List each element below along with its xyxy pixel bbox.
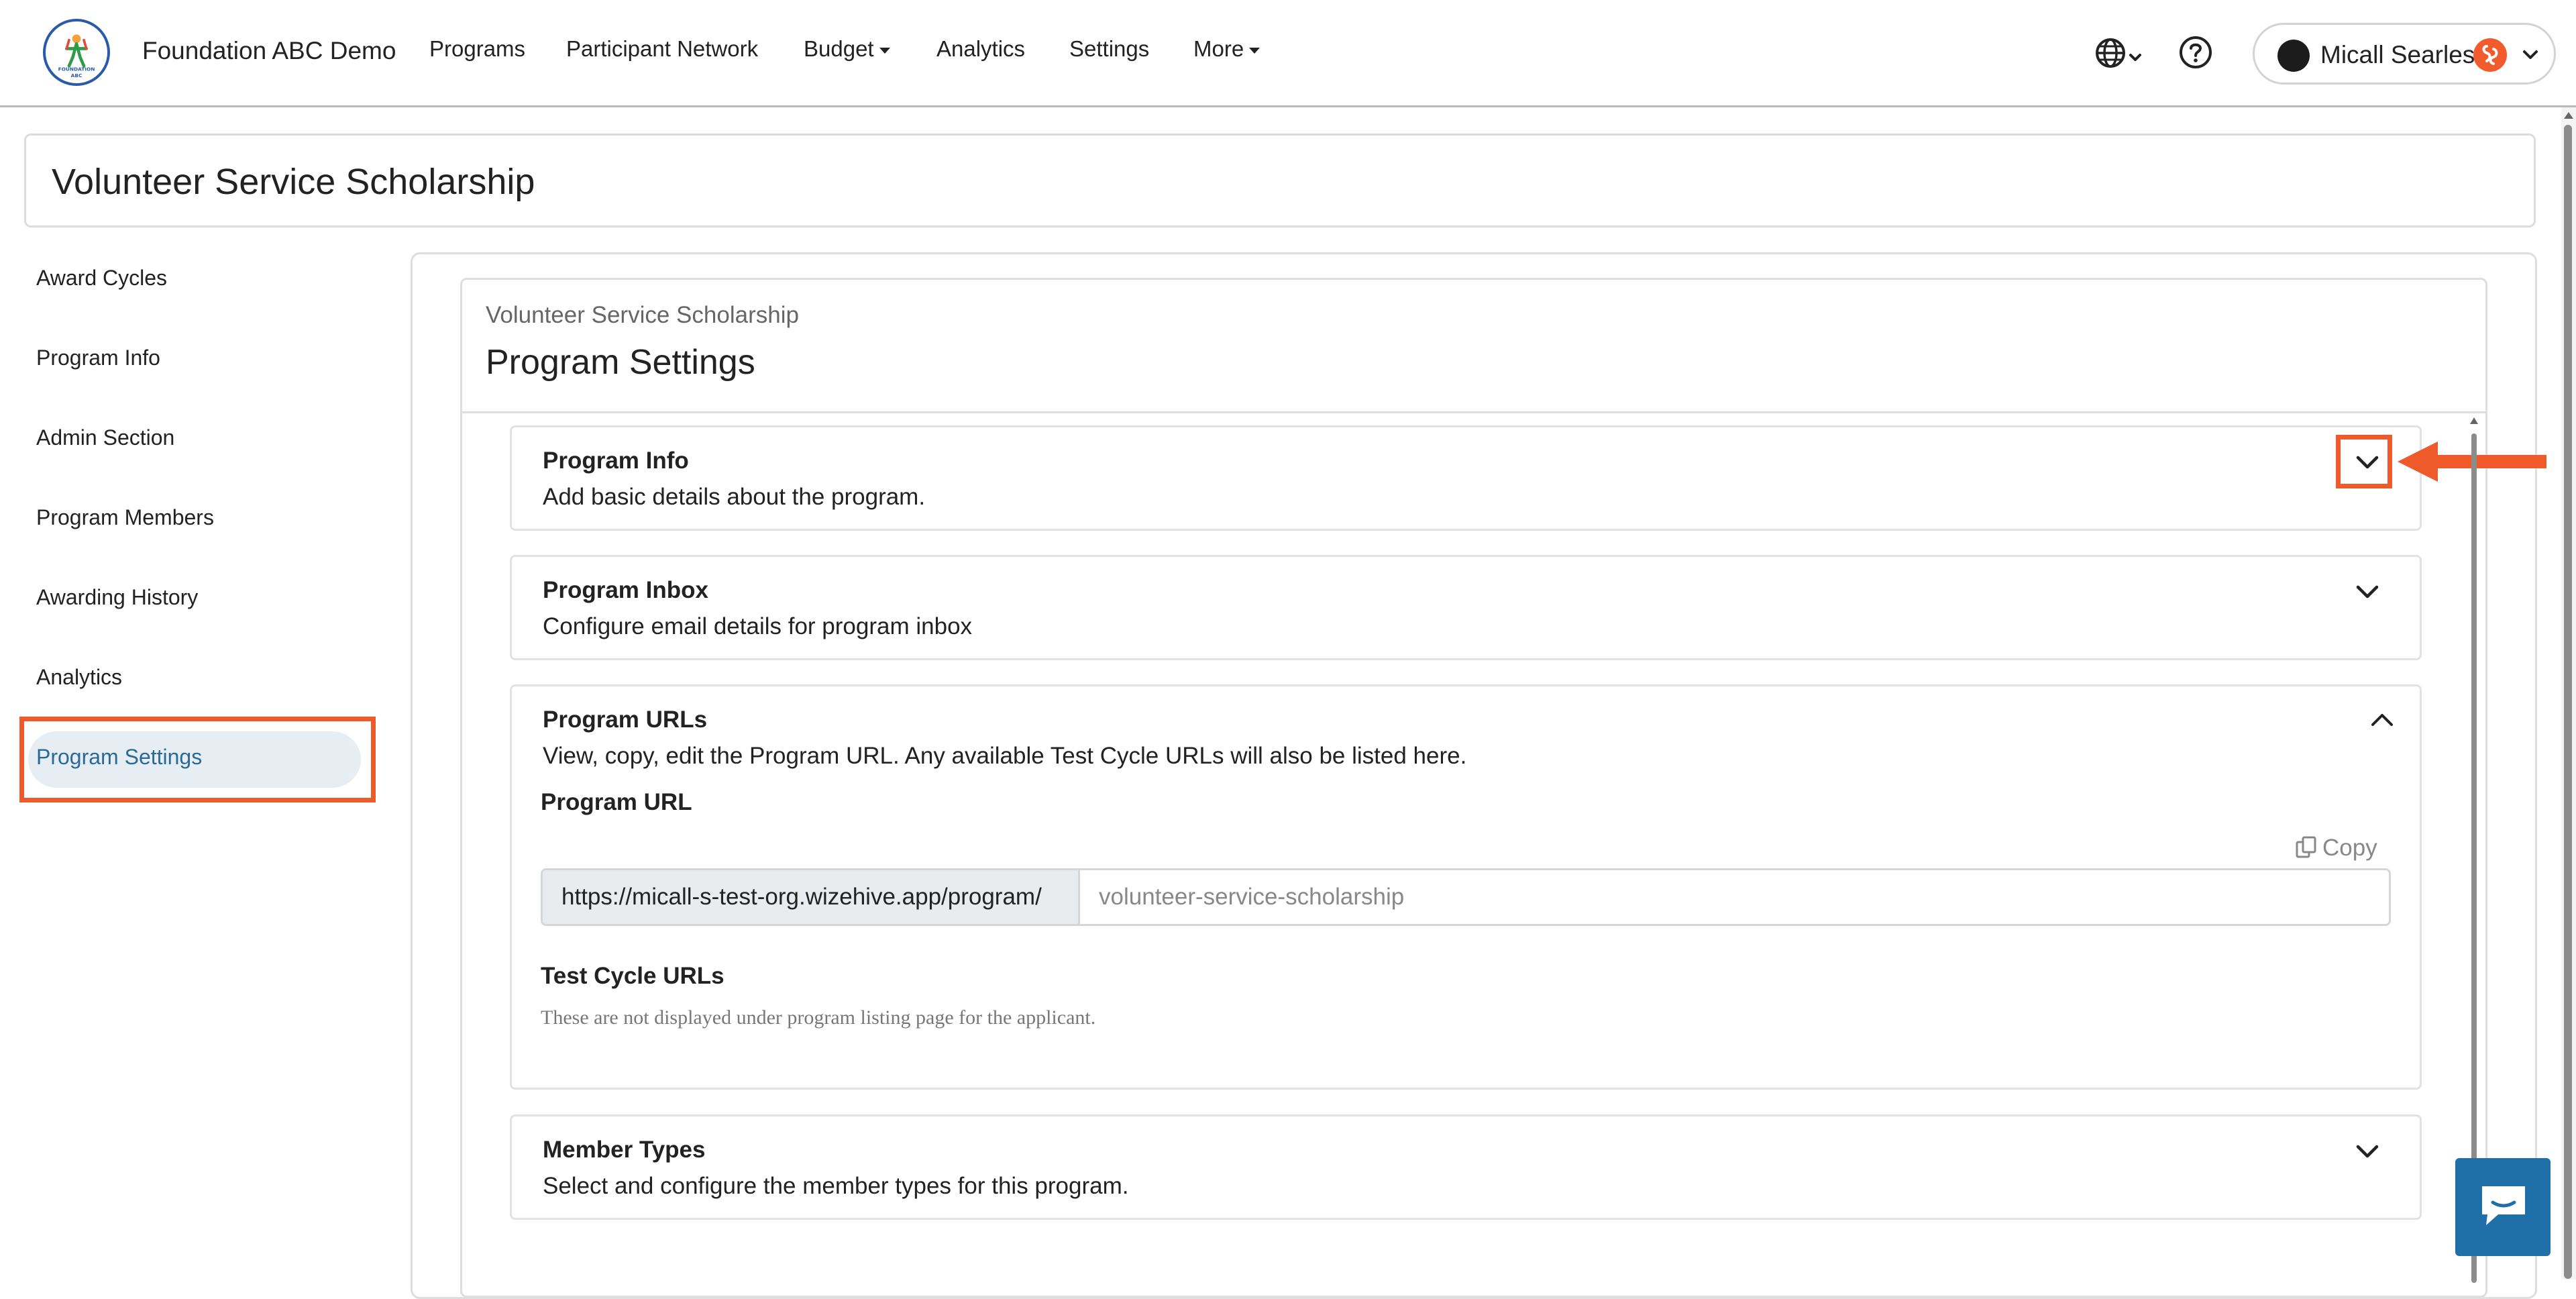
svg-text:ABC: ABC xyxy=(71,72,83,79)
help-icon xyxy=(2180,36,2212,68)
nav-budget-label: Budget xyxy=(804,36,874,61)
nav-more[interactable]: More xyxy=(1193,36,1260,62)
chevron-down-icon[interactable] xyxy=(2353,577,2382,607)
program-url-field: https://micall-s-test-org.wizehive.app/p… xyxy=(541,868,2391,926)
copy-icon xyxy=(2296,836,2316,858)
sidebar-item-program-members[interactable]: Program Members xyxy=(36,505,214,530)
user-name: Micall Searles xyxy=(2320,41,2475,68)
page-scrollbar-thumb[interactable] xyxy=(2564,125,2572,1279)
card-description: Add basic details about the program. xyxy=(543,484,926,510)
scroll-up-icon[interactable] xyxy=(2563,110,2575,121)
card-description: Configure email details for program inbo… xyxy=(543,613,973,639)
copy-button[interactable]: Copy xyxy=(2294,835,2377,862)
nav-budget[interactable]: Budget xyxy=(804,36,890,62)
card-title: Program URLs xyxy=(543,707,708,733)
sidebar-item-analytics[interactable]: Analytics xyxy=(36,665,122,690)
caret-down-icon xyxy=(1249,47,1260,54)
sidebar-item-program-info[interactable]: Program Info xyxy=(36,346,160,370)
page-title: Volunteer Service Scholarship xyxy=(52,162,535,202)
chevron-down-icon[interactable] xyxy=(2353,1137,2382,1166)
sidebar-item-awarding-history[interactable]: Awarding History xyxy=(36,585,198,610)
nav-analytics[interactable]: Analytics xyxy=(936,36,1025,62)
annotation-highlight-box xyxy=(19,717,376,802)
top-navbar: FOUNDATION ABC Foundation ABC Demo Progr… xyxy=(0,0,2576,107)
foundation-logo-icon: FOUNDATION ABC xyxy=(58,34,95,79)
chevron-down-icon xyxy=(2523,50,2538,59)
org-brand-icon xyxy=(2473,38,2507,72)
program-info-card[interactable]: Program Info Add basic details about the… xyxy=(510,425,2422,531)
member-types-card[interactable]: Member Types Select and configure the me… xyxy=(510,1114,2422,1220)
sidebar-item-award-cycles[interactable]: Award Cycles xyxy=(36,266,167,291)
nav-programs[interactable]: Programs xyxy=(429,36,525,62)
program-header: Volunteer Service Scholarship xyxy=(24,134,2536,227)
user-menu[interactable]: Micall Searles xyxy=(2253,23,2556,85)
caret-down-icon xyxy=(879,47,890,54)
card-description: View, copy, edit the Program URL. Any av… xyxy=(543,743,1467,769)
sidebar-item-admin-section[interactable]: Admin Section xyxy=(36,425,174,450)
section-heading: Program Settings xyxy=(486,343,755,382)
settings-scrollbar[interactable] xyxy=(2469,417,2479,1283)
language-selector[interactable] xyxy=(2093,35,2147,72)
url-prefix: https://micall-s-test-org.wizehive.app/p… xyxy=(543,870,1080,924)
brand-mark-icon xyxy=(2482,45,2498,65)
card-title: Program Info xyxy=(543,448,689,474)
help-button[interactable] xyxy=(2178,35,2213,70)
nav-participant-network[interactable]: Participant Network xyxy=(566,36,758,62)
chat-icon xyxy=(2482,1186,2525,1225)
program-url-slug-input[interactable] xyxy=(1080,870,2389,924)
globe-icon xyxy=(2096,38,2141,68)
organization-logo[interactable]: FOUNDATION ABC xyxy=(43,19,110,86)
test-cycle-urls-label: Test Cycle URLs xyxy=(541,963,724,989)
program-inbox-card[interactable]: Program Inbox Configure email details fo… xyxy=(510,555,2422,660)
card-title: Program Inbox xyxy=(543,577,708,603)
test-cycle-note: These are not displayed under program li… xyxy=(541,1006,1096,1029)
divider xyxy=(460,411,2487,413)
organization-name[interactable]: Foundation ABC Demo xyxy=(142,37,396,65)
program-url-label: Program URL xyxy=(541,789,692,815)
avatar xyxy=(2277,40,2310,72)
card-title: Member Types xyxy=(543,1137,706,1163)
chevron-up-icon[interactable] xyxy=(2367,705,2397,735)
nav-settings[interactable]: Settings xyxy=(1069,36,1149,62)
svg-text:FOUNDATION: FOUNDATION xyxy=(58,66,95,72)
breadcrumb: Volunteer Service Scholarship xyxy=(486,302,799,328)
annotation-highlight-box xyxy=(2336,435,2392,488)
card-description: Select and configure the member types fo… xyxy=(543,1173,1129,1199)
copy-label: Copy xyxy=(2322,835,2377,861)
chat-button[interactable] xyxy=(2455,1158,2551,1256)
nav-more-label: More xyxy=(1193,36,1244,61)
